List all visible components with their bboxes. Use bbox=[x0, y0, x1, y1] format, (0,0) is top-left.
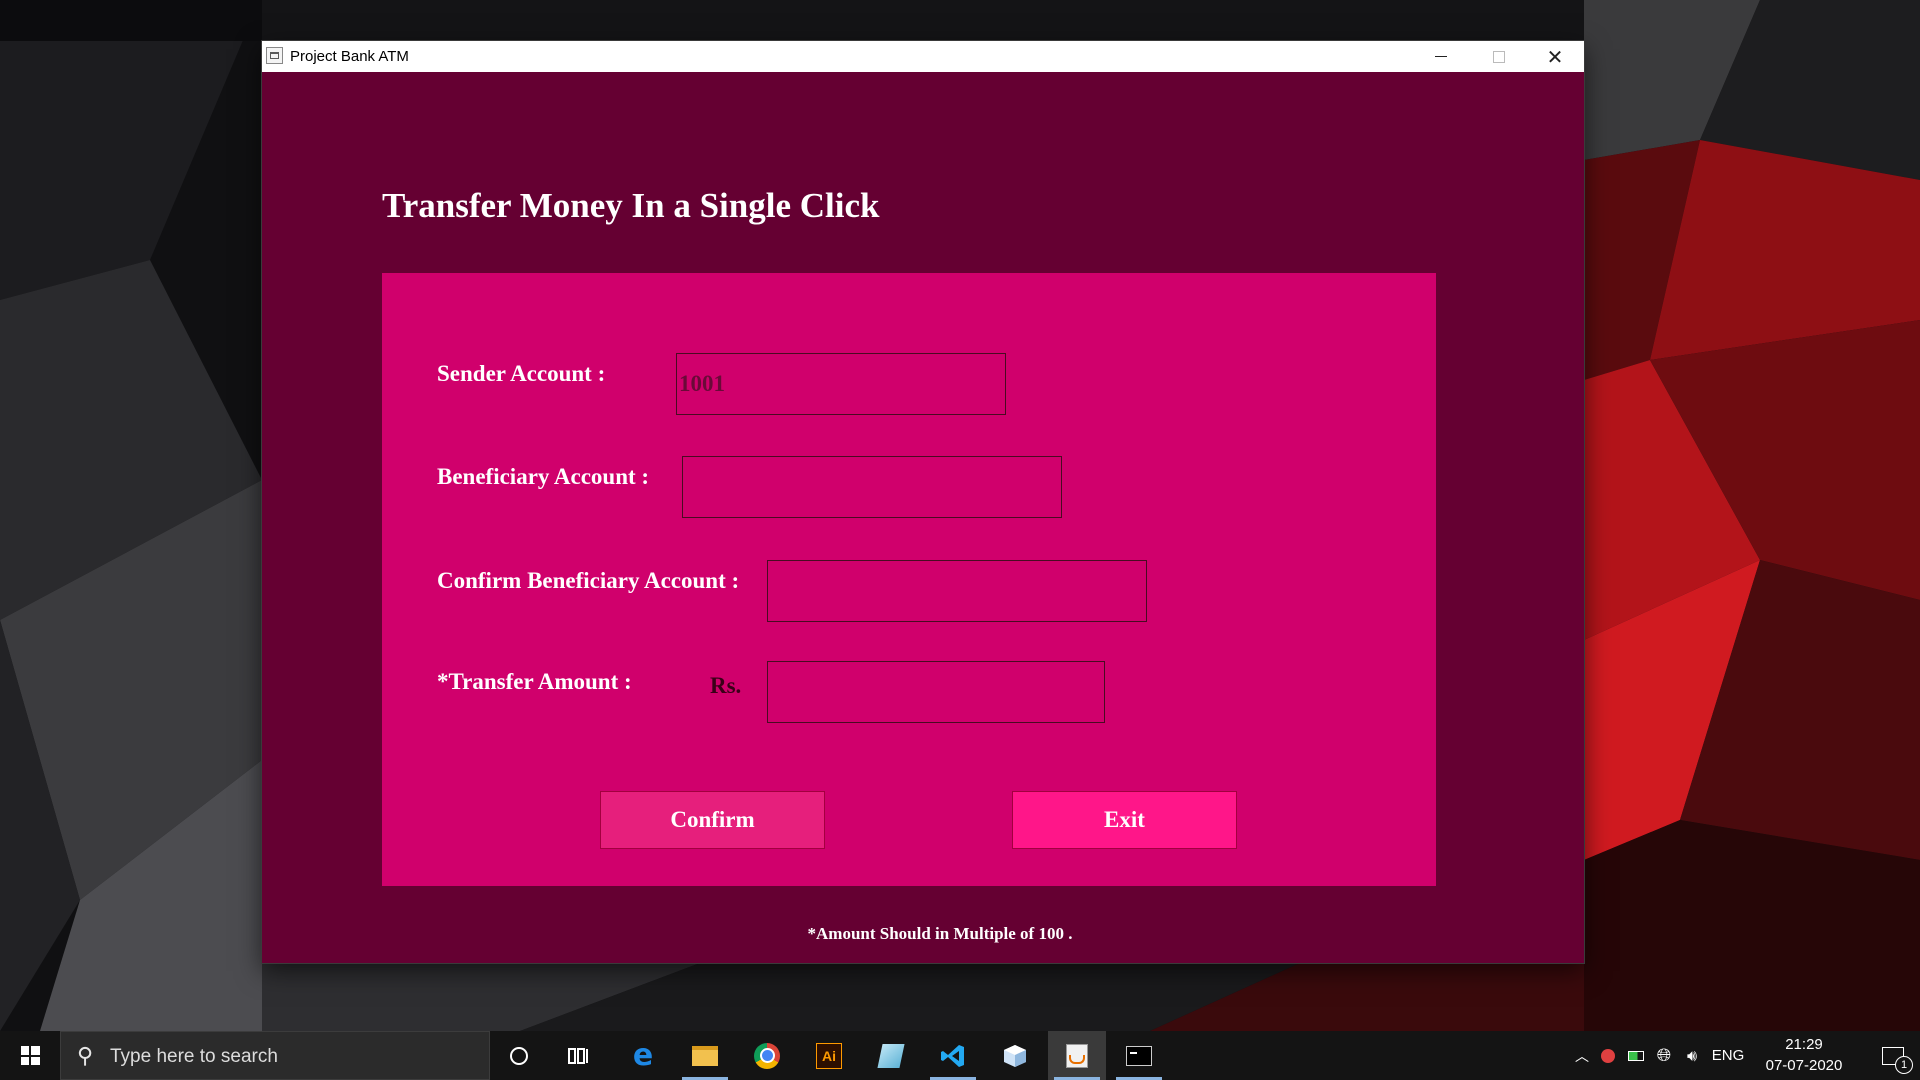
start-button[interactable] bbox=[0, 1031, 60, 1080]
globe-icon[interactable]: 🌐︎ bbox=[1650, 1045, 1678, 1066]
minimize-icon bbox=[1435, 56, 1447, 57]
illustrator-icon[interactable]: Ai bbox=[800, 1031, 858, 1080]
confirm-button[interactable]: Confirm bbox=[600, 791, 825, 849]
transfer-form-panel: Sender Account : Beneficiary Account : C… bbox=[382, 273, 1436, 886]
exit-button[interactable]: Exit bbox=[1012, 791, 1237, 849]
box-app-icon[interactable] bbox=[986, 1031, 1044, 1080]
minimize-button[interactable] bbox=[1412, 41, 1470, 72]
java-icon[interactable] bbox=[1048, 1031, 1106, 1080]
language-indicator[interactable]: ENG bbox=[1706, 1047, 1750, 1064]
sender-account-label: Sender Account : bbox=[437, 361, 606, 386]
vscode-icon[interactable] bbox=[924, 1031, 982, 1080]
transfer-amount-field[interactable] bbox=[767, 661, 1105, 723]
window-title: Project Bank ATM bbox=[290, 48, 409, 65]
maximize-icon bbox=[1493, 50, 1505, 63]
search-icon: ⚲ bbox=[77, 1044, 94, 1069]
chrome-icon[interactable] bbox=[738, 1031, 796, 1080]
action-center-button[interactable]: 1 bbox=[1866, 1031, 1920, 1080]
maximize-button[interactable] bbox=[1470, 41, 1528, 72]
windows-logo-icon bbox=[20, 1046, 40, 1065]
clock-time: 21:29 bbox=[1785, 1036, 1823, 1053]
close-icon: ✕ bbox=[1546, 44, 1564, 69]
notification-icon: 1 bbox=[1882, 1046, 1913, 1074]
edge-icon[interactable]: e bbox=[614, 1031, 672, 1080]
taskbar-search[interactable]: ⚲ Type here to search bbox=[60, 1031, 490, 1080]
search-placeholder: Type here to search bbox=[110, 1046, 278, 1067]
clock-date: 07-07-2020 bbox=[1765, 1057, 1843, 1074]
amount-note: *Amount Should in Multiple of 100 . bbox=[807, 924, 1073, 943]
sender-account-field[interactable] bbox=[676, 353, 1006, 415]
confirm-beneficiary-account-field[interactable] bbox=[767, 560, 1147, 622]
close-button[interactable]: ✕ bbox=[1526, 41, 1584, 72]
system-tray: ︿ 🌐︎ 🔊︎ ENG bbox=[1570, 1031, 1750, 1080]
chevron-up-icon[interactable]: ︿ bbox=[1570, 1046, 1594, 1066]
app-window: Project Bank ATM ✕ Transfer Money In a S… bbox=[262, 41, 1584, 963]
java-app-icon bbox=[266, 47, 283, 64]
network-warning-icon[interactable] bbox=[1594, 1048, 1622, 1063]
notepad-icon[interactable] bbox=[862, 1031, 920, 1080]
beneficiary-account-field[interactable] bbox=[682, 456, 1062, 518]
title-bar[interactable]: Project Bank ATM ✕ bbox=[262, 41, 1584, 72]
confirm-beneficiary-account-label: Confirm Beneficiary Account : bbox=[437, 568, 740, 593]
file-explorer-icon[interactable] bbox=[676, 1031, 734, 1080]
transfer-amount-label: *Transfer Amount : bbox=[437, 669, 632, 694]
task-view-icon[interactable] bbox=[550, 1031, 608, 1080]
notification-count-badge: 1 bbox=[1895, 1055, 1913, 1074]
clock[interactable]: 21:29 07-07-2020 bbox=[1762, 1034, 1846, 1076]
beneficiary-account-label: Beneficiary Account : bbox=[437, 464, 650, 489]
cortana-icon[interactable] bbox=[490, 1031, 548, 1080]
battery-icon[interactable] bbox=[1622, 1050, 1650, 1061]
volume-icon[interactable]: 🔊︎ bbox=[1678, 1046, 1706, 1066]
terminal-icon[interactable] bbox=[1110, 1031, 1168, 1080]
page-title: Transfer Money In a Single Click bbox=[382, 186, 880, 225]
currency-label: Rs. bbox=[710, 673, 742, 698]
taskbar: ⚲ Type here to search e Ai ︿ 🌐︎ 🔊︎ ENG 2… bbox=[0, 1031, 1920, 1080]
